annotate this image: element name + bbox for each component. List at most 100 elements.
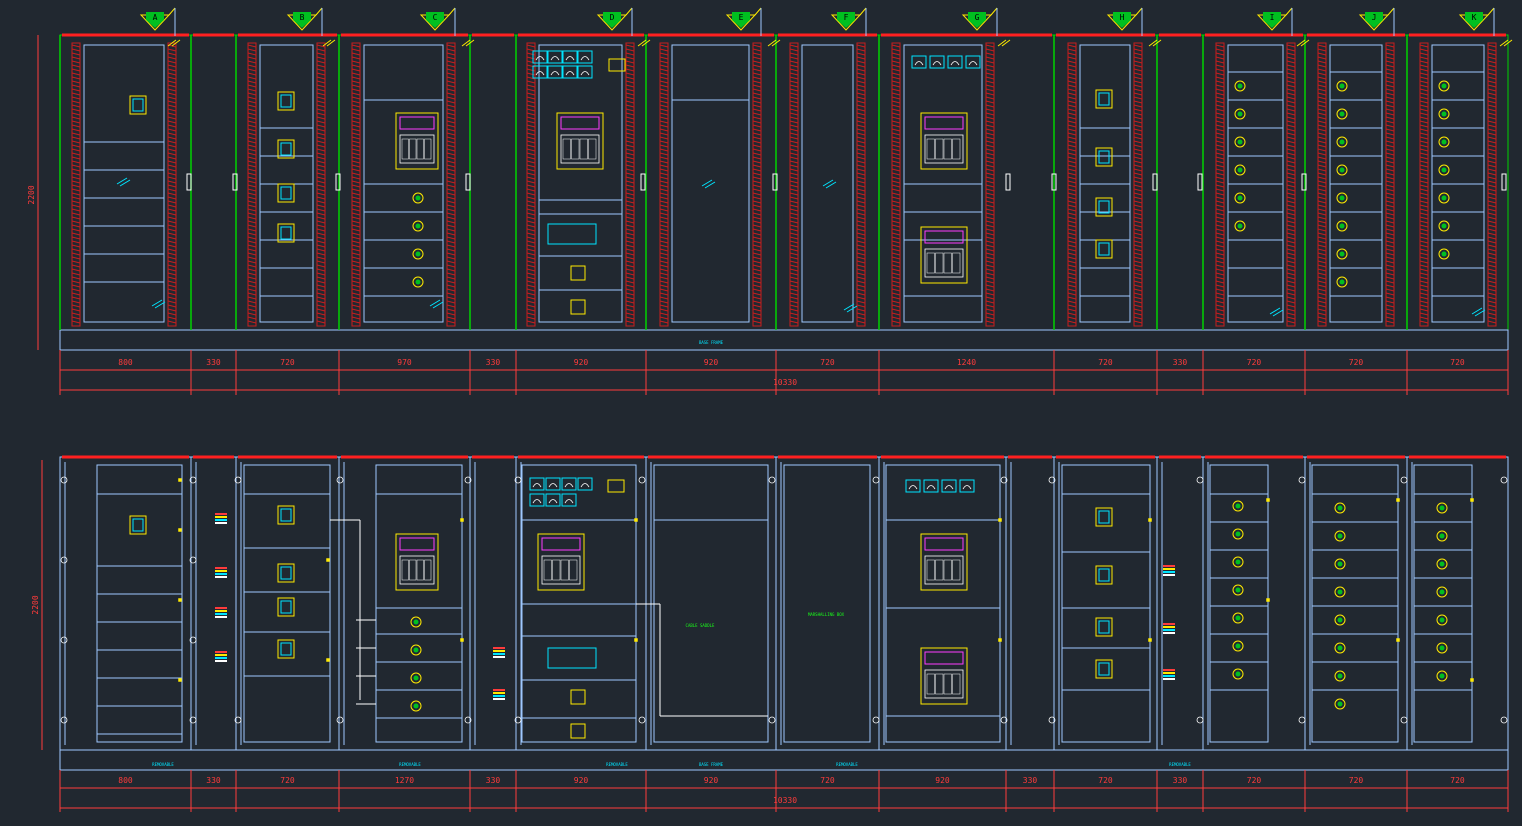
rear-height-dimension: 2200 — [31, 595, 40, 614]
cable-saddle-label: CABLE SADDLE — [686, 623, 715, 628]
indicator-lamp-icon — [1266, 498, 1270, 502]
front-height-dimension: 2200 — [27, 185, 36, 204]
outgoing-core — [1339, 111, 1345, 117]
outgoing-core — [1441, 251, 1447, 257]
rear-base-label: REMOVABLE — [152, 762, 174, 767]
outgoing-core — [1337, 505, 1343, 511]
outgoing-core — [1439, 673, 1445, 679]
outgoing-core — [1339, 223, 1345, 229]
outgoing-core — [1337, 533, 1343, 539]
front-section-width-label: 1240 — [957, 358, 976, 367]
rear-base-label: BASE FRAME — [699, 762, 724, 767]
indicator-lamp-icon — [1396, 638, 1400, 642]
outgoing-core — [1235, 587, 1241, 593]
outgoing-core — [1441, 195, 1447, 201]
rear-section-width-label: 330 — [486, 776, 501, 785]
rear-section-width-label: 800 — [118, 776, 133, 785]
rear-total-width-dimension: 10330 — [773, 796, 797, 805]
indicator-lamp-icon — [998, 638, 1002, 642]
section-tag-letter: B — [300, 13, 305, 22]
section-tag-letter: G — [975, 13, 980, 22]
outgoing-core — [1339, 167, 1345, 173]
indicator-lamp-icon — [178, 528, 182, 532]
outgoing-core — [1441, 111, 1447, 117]
outgoing-core — [1439, 561, 1445, 567]
rear-section-width-label: 720 — [820, 776, 835, 785]
section-tag-letter: H — [1120, 13, 1125, 22]
section-tag-letter: F — [844, 13, 849, 22]
section-tag-letter: J — [1372, 13, 1377, 22]
section-tag-letter: E — [739, 13, 744, 22]
front-section-width-label: 330 — [1173, 358, 1188, 367]
rear-section-width-label: 920 — [704, 776, 719, 785]
outgoing-core — [1441, 167, 1447, 173]
front-section-width-label: 970 — [397, 358, 412, 367]
front-section-width-label: 920 — [574, 358, 589, 367]
indicator-lamp-icon — [634, 638, 638, 642]
rear-section-width-label: 330 — [1173, 776, 1188, 785]
rear-section-width-label: 720 — [1450, 776, 1465, 785]
indicator-lamp-icon — [326, 558, 330, 562]
outgoing-core — [413, 619, 419, 625]
indicator-lamp-icon — [1470, 678, 1474, 682]
outgoing-core — [1337, 701, 1343, 707]
outgoing-core — [1235, 503, 1241, 509]
outgoing-core — [1339, 251, 1345, 257]
indicator-lamp-icon — [178, 678, 182, 682]
front-section-width-label: 800 — [118, 358, 133, 367]
indicator-lamp-icon — [460, 518, 464, 522]
outgoing-core — [1237, 195, 1243, 201]
indicator-lamp-icon — [998, 518, 1002, 522]
outgoing-core — [413, 675, 419, 681]
indicator-lamp-icon — [1266, 598, 1270, 602]
outgoing-core — [1339, 279, 1345, 285]
outgoing-core — [413, 647, 419, 653]
outgoing-core — [1337, 561, 1343, 567]
outgoing-core — [1235, 643, 1241, 649]
indicator-lamp-icon — [1148, 518, 1152, 522]
rear-section-width-label: 1270 — [395, 776, 414, 785]
outgoing-core — [1441, 223, 1447, 229]
outgoing-core — [1337, 673, 1343, 679]
rear-base-label: REMOVABLE — [606, 762, 628, 767]
outgoing-core — [1339, 195, 1345, 201]
section-tag-letter: C — [433, 13, 438, 22]
front-base-frame-label: BASE FRAME — [699, 340, 724, 345]
outgoing-core — [1237, 223, 1243, 229]
front-section-width-label: 330 — [486, 358, 501, 367]
rear-section-width-label: 720 — [1349, 776, 1364, 785]
outgoing-core — [1235, 559, 1241, 565]
outgoing-core — [1441, 139, 1447, 145]
outgoing-core — [1339, 139, 1345, 145]
rear-section-width-label: 330 — [206, 776, 221, 785]
rear-section-width-label: 920 — [574, 776, 589, 785]
front-section-width-label: 720 — [1450, 358, 1465, 367]
rear-section-width-label: 720 — [280, 776, 295, 785]
outgoing-core — [1237, 167, 1243, 173]
front-section-width-label: 720 — [820, 358, 835, 367]
outgoing-core — [1235, 615, 1241, 621]
front-section-width-label: 720 — [1098, 358, 1113, 367]
rear-section-width-label: 920 — [935, 776, 950, 785]
outgoing-core — [1337, 617, 1343, 623]
rear-base-label: REMOVABLE — [399, 762, 421, 767]
outgoing-core — [1439, 589, 1445, 595]
rear-section-width-label: 720 — [1247, 776, 1262, 785]
outgoing-core — [1237, 83, 1243, 89]
switchboard-drawing: A B C D E F G H I J K 800 330 720 970 330 920 920 720 1240 7… — [0, 0, 1522, 826]
indicator-lamp-icon — [1470, 498, 1474, 502]
outgoing-core — [1339, 83, 1345, 89]
front-section-width-label: 720 — [1349, 358, 1364, 367]
front-section-width-label: 720 — [1247, 358, 1262, 367]
outgoing-core — [415, 279, 421, 285]
section-tag-letter: I — [1270, 13, 1275, 22]
indicator-lamp-icon — [178, 478, 182, 482]
outgoing-core — [413, 703, 419, 709]
outgoing-core — [1237, 139, 1243, 145]
section-tag-letter: K — [1472, 13, 1477, 22]
front-total-width-dimension: 10330 — [773, 378, 797, 387]
front-section-width-label: 920 — [704, 358, 719, 367]
outgoing-core — [1439, 645, 1445, 651]
outgoing-core — [1439, 533, 1445, 539]
rear-section-width-label: 720 — [1098, 776, 1113, 785]
